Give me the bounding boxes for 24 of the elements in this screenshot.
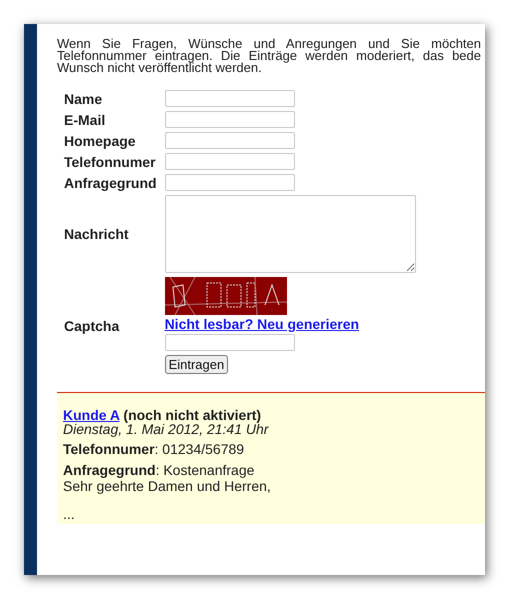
entry-detail: Telefonnumer: 01234/56789	[63, 441, 246, 457]
field-label: Homepage	[63, 132, 137, 151]
field-label: Nachricht	[63, 225, 130, 244]
field-label: Captcha	[61, 275, 165, 376]
message-text: ...	[63, 506, 76, 522]
captcha-field[interactable]	[164, 334, 295, 351]
intro-text: Wenn Sie Fragen, Wünsche und Anregungen und Sie möchten Telefonnummer eintragen. Die Einträge werden moderiert, das bede Wunsch nicht veröffentlicht werden.	[57, 38, 481, 74]
input-field[interactable]	[164, 111, 295, 128]
submit-button[interactable]: Eintragen	[164, 355, 228, 374]
entry-status: (noch nicht aktiviert)	[123, 407, 262, 423]
input-field[interactable]	[164, 174, 295, 191]
author-link[interactable]: Kunde A	[63, 407, 120, 423]
field-label: Anfragegrund	[63, 174, 158, 193]
input-field[interactable]	[164, 90, 295, 107]
entry-detail: Anfragegrund: Kostenanfrage	[63, 462, 256, 478]
field-label: Telefonnumer	[63, 152, 157, 172]
input-field[interactable]	[164, 132, 295, 149]
input-field[interactable]	[164, 153, 295, 170]
entry-date: Dienstag, 1. Mai 2012, 21:41 Uhr	[63, 422, 270, 436]
message-text: Sehr geehrte Damen und Herren,	[63, 478, 272, 494]
field-label: E-Mail	[63, 110, 106, 130]
field-label: Name	[63, 90, 104, 108]
regenerate-link[interactable]: Nicht lesbar? Neu generieren	[164, 316, 360, 332]
message-field[interactable]	[164, 195, 416, 273]
